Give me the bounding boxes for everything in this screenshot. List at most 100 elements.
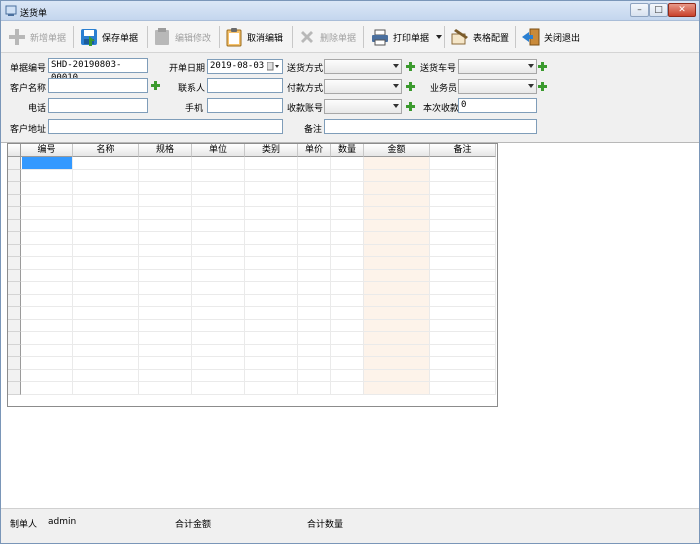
row-header[interactable] bbox=[8, 219, 21, 232]
column-header[interactable]: 备注 bbox=[430, 144, 496, 157]
chevron-down-icon bbox=[393, 64, 399, 68]
customer-label: 客户名称 bbox=[10, 84, 47, 94]
column-header[interactable]: 编号 bbox=[21, 144, 73, 157]
contact-field[interactable] bbox=[207, 78, 283, 93]
date-picker[interactable]: 2019-08-03 bbox=[207, 59, 283, 74]
toolbar-divider bbox=[363, 26, 364, 48]
table-config-label: 表格配置 bbox=[473, 33, 510, 44]
add-ship-method-icon[interactable] bbox=[406, 62, 415, 71]
ship-method-label: 送货方式 bbox=[287, 64, 324, 74]
grid-corner bbox=[8, 144, 21, 157]
account-select[interactable] bbox=[324, 99, 402, 114]
edit-document-button[interactable]: 编辑修改 bbox=[152, 25, 211, 49]
calendar-dropdown-icon[interactable] bbox=[267, 62, 279, 71]
document-header-form: 单据编号 SHD-20190803-00010 开单日期 2019-08-03 … bbox=[1, 54, 699, 142]
row-header[interactable] bbox=[8, 369, 21, 382]
toolbar-divider bbox=[515, 26, 516, 48]
add-pay-method-icon[interactable] bbox=[406, 82, 415, 91]
column-header[interactable]: 单位 bbox=[192, 144, 245, 157]
edit-document-label: 编辑修改 bbox=[175, 33, 212, 44]
column-header[interactable]: 金额 bbox=[364, 144, 430, 157]
date-value: 2019-08-03 bbox=[210, 61, 265, 71]
row-header[interactable] bbox=[8, 294, 21, 307]
row-header[interactable] bbox=[8, 157, 21, 170]
add-salesman-icon[interactable] bbox=[538, 82, 547, 91]
row-header[interactable] bbox=[8, 319, 21, 332]
toolbar-divider bbox=[292, 26, 293, 48]
toolbar: 新增单据 保存单据 编辑修改 取消编辑 删除单据 打印单据 表格配置 关闭退出 bbox=[1, 21, 699, 53]
total-qty-label: 合计数量 bbox=[307, 520, 344, 530]
phone-field[interactable] bbox=[48, 98, 148, 113]
close-window-button[interactable]: ✕ bbox=[668, 3, 696, 17]
row-header[interactable] bbox=[8, 357, 21, 370]
detail-grid[interactable]: 编号 名称 规格 单位 类别 单价 数量 金额 备注 bbox=[7, 143, 498, 407]
row-header[interactable] bbox=[8, 169, 21, 182]
document-icon bbox=[5, 5, 17, 16]
row-header[interactable] bbox=[8, 307, 21, 320]
table-row bbox=[21, 168, 496, 170]
pay-method-select[interactable] bbox=[324, 79, 402, 94]
column-header[interactable]: 类别 bbox=[245, 144, 298, 157]
vehicle-label: 送货车号 bbox=[420, 64, 457, 74]
row-header[interactable] bbox=[8, 207, 21, 220]
cancel-edit-label: 取消编辑 bbox=[247, 33, 284, 44]
salesman-select[interactable] bbox=[458, 79, 537, 94]
new-document-button[interactable]: 新增单据 bbox=[7, 25, 66, 49]
close-exit-button[interactable]: 关闭退出 bbox=[521, 25, 580, 49]
add-vehicle-icon[interactable] bbox=[538, 62, 547, 71]
customer-field[interactable] bbox=[48, 78, 148, 93]
toolbar-divider bbox=[444, 26, 445, 48]
total-amount-label: 合计金额 bbox=[175, 520, 212, 530]
cancel-edit-button[interactable]: 取消编辑 bbox=[224, 25, 283, 49]
column-header[interactable]: 规格 bbox=[139, 144, 192, 157]
row-header[interactable] bbox=[8, 269, 21, 282]
table-row bbox=[21, 393, 496, 395]
print-document-label: 打印单据 bbox=[393, 33, 430, 44]
delete-document-button[interactable]: 删除单据 bbox=[297, 25, 356, 49]
chevron-down-icon[interactable] bbox=[435, 33, 443, 41]
mobile-label: 手机 bbox=[185, 104, 204, 114]
row-header[interactable] bbox=[8, 382, 21, 395]
remark-label: 备注 bbox=[304, 125, 323, 135]
row-header[interactable] bbox=[8, 182, 21, 195]
row-header[interactable] bbox=[8, 194, 21, 207]
toolbar-divider bbox=[73, 26, 74, 48]
address-field[interactable] bbox=[48, 119, 283, 134]
column-header[interactable]: 数量 bbox=[331, 144, 364, 157]
table-config-button[interactable]: 表格配置 bbox=[450, 25, 509, 49]
date-label: 开单日期 bbox=[169, 64, 206, 74]
table-row bbox=[21, 193, 496, 195]
remark-field[interactable] bbox=[324, 119, 537, 134]
table-settings-icon bbox=[451, 29, 468, 45]
printer-icon bbox=[372, 29, 388, 46]
maximize-button[interactable]: □ bbox=[649, 3, 668, 17]
mobile-field[interactable] bbox=[207, 98, 283, 113]
table-row bbox=[21, 356, 496, 357]
doc-no-field[interactable]: SHD-20190803-00010 bbox=[48, 58, 148, 83]
ship-method-select[interactable] bbox=[324, 59, 402, 74]
selected-cell[interactable] bbox=[22, 157, 73, 169]
minimize-button[interactable]: – bbox=[630, 3, 649, 17]
add-account-icon[interactable] bbox=[406, 102, 415, 111]
address-label: 客户地址 bbox=[10, 125, 47, 135]
vehicle-select[interactable] bbox=[458, 59, 537, 74]
account-label: 收款账号 bbox=[287, 104, 324, 114]
table-row bbox=[21, 318, 496, 320]
status-bar: 制单人 admin 合计金额 合计数量 bbox=[1, 508, 699, 543]
row-header[interactable] bbox=[8, 344, 21, 357]
maker-label: 制单人 bbox=[10, 520, 38, 530]
row-header[interactable] bbox=[8, 244, 21, 257]
table-row bbox=[21, 181, 496, 182]
table-row bbox=[21, 331, 496, 332]
print-document-button[interactable]: 打印单据 bbox=[370, 25, 443, 49]
row-header[interactable] bbox=[8, 232, 21, 245]
add-customer-icon[interactable] bbox=[151, 81, 160, 90]
row-header[interactable] bbox=[8, 257, 21, 270]
close-exit-label: 关闭退出 bbox=[544, 33, 581, 44]
save-document-button[interactable]: 保存单据 bbox=[79, 25, 138, 49]
received-field[interactable]: 0 bbox=[458, 98, 537, 113]
row-header[interactable] bbox=[8, 332, 21, 345]
row-header[interactable] bbox=[8, 282, 21, 295]
column-header[interactable]: 单价 bbox=[298, 144, 331, 157]
column-header[interactable]: 名称 bbox=[73, 144, 139, 157]
